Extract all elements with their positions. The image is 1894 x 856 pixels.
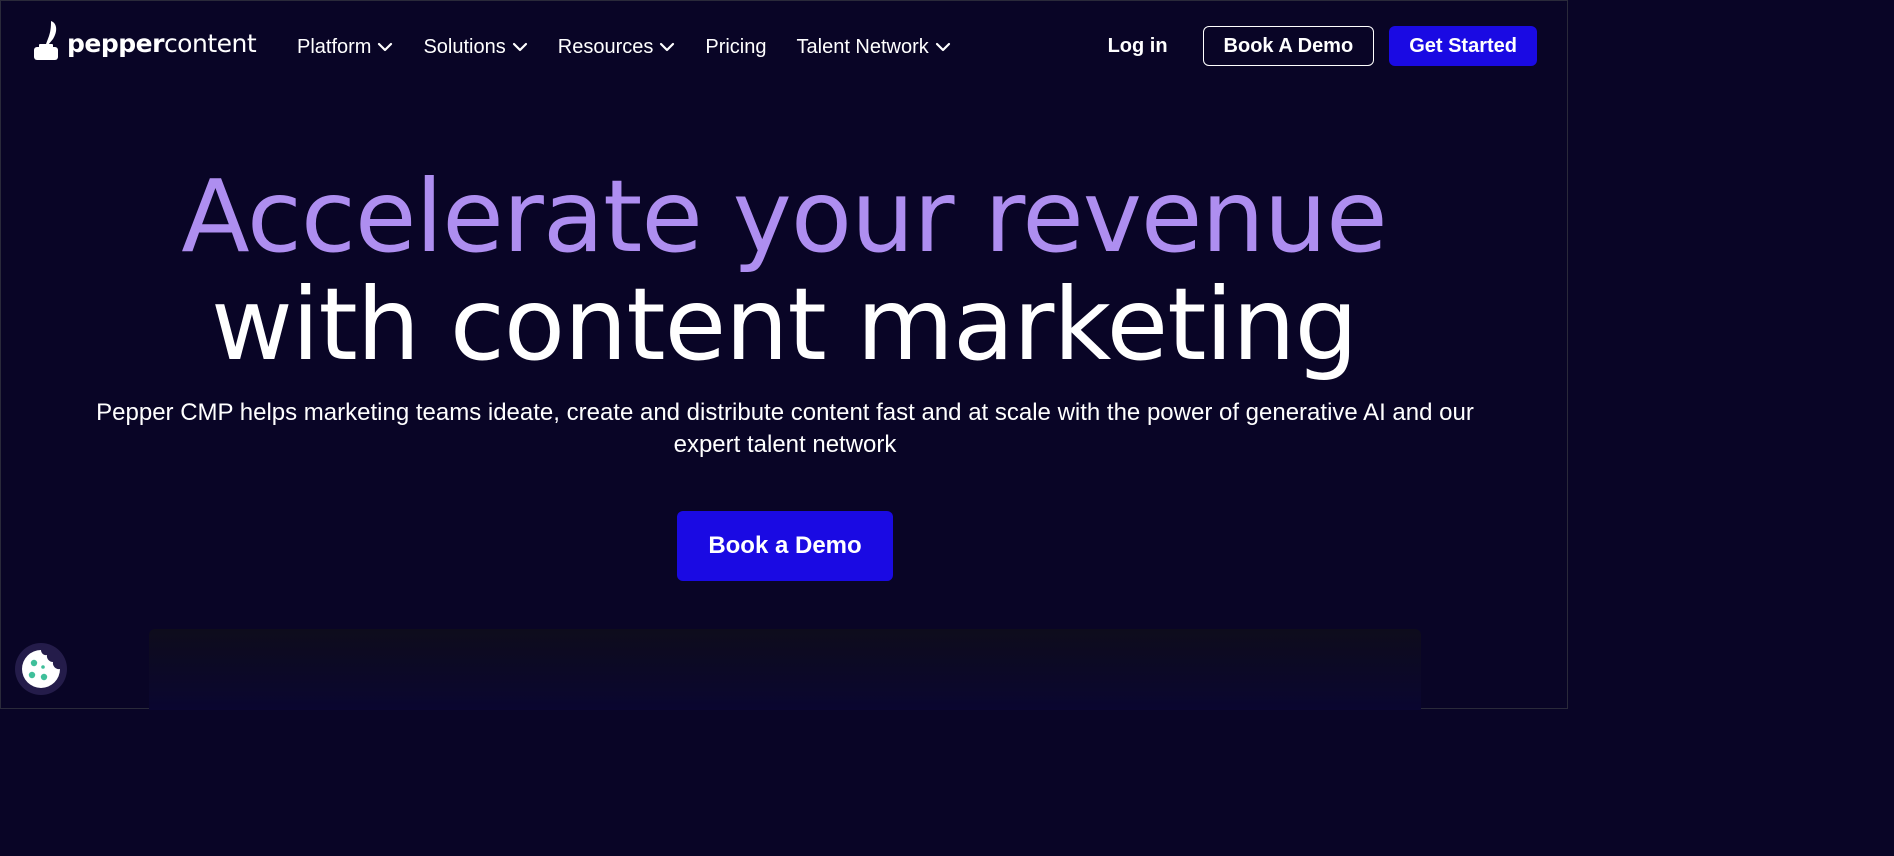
cookie-icon (22, 650, 60, 688)
nav-item-label: Platform (297, 35, 372, 58)
top-navbar: peppercontent Platform Solutions Resourc… (1, 1, 1567, 91)
chevron-down-icon (660, 42, 675, 52)
login-link[interactable]: Log in (1108, 35, 1168, 58)
nav-item-solutions[interactable]: Solutions (423, 31, 527, 63)
get-started-button[interactable]: Get Started (1389, 26, 1537, 66)
cookie-settings-button[interactable] (15, 643, 67, 695)
chevron-down-icon (378, 42, 393, 52)
nav-item-pricing[interactable]: Pricing (705, 31, 766, 63)
nav-item-label: Pricing (705, 35, 767, 58)
brand-name-bold: pepper (67, 28, 164, 58)
hero-subheadline: Pepper CMP helps marketing teams ideate,… (96, 399, 1474, 458)
chevron-down-icon (935, 42, 950, 52)
nav-item-resources[interactable]: Resources (558, 31, 676, 63)
nav-actions: Log in Book A Demo Get Started (1108, 26, 1537, 66)
hero-book-demo-button[interactable]: Book a Demo (677, 511, 893, 581)
nav-item-label: Talent Network (796, 35, 929, 58)
brand-name-light: content (163, 28, 257, 58)
brand-logo[interactable]: peppercontent (31, 19, 257, 61)
nav-item-label: Solutions (423, 35, 506, 58)
hero-headline-line2: with content marketing (210, 266, 1358, 383)
chevron-down-icon (512, 42, 527, 52)
product-preview-panel (149, 629, 1421, 710)
brand-wordmark: peppercontent (67, 28, 257, 58)
nav-item-talent-network[interactable]: Talent Network (797, 31, 951, 63)
book-demo-button[interactable]: Book A Demo (1202, 26, 1375, 66)
nav-item-label: Resources (557, 35, 654, 58)
inkpot-quill-icon (34, 21, 58, 60)
main-menu: Platform Solutions Resources Pricing Tal… (297, 31, 981, 63)
hero-headline-line1: Accelerate your revenue (181, 158, 1387, 275)
nav-item-platform[interactable]: Platform (297, 31, 393, 63)
page: peppercontent Platform Solutions Resourc… (0, 0, 1568, 710)
